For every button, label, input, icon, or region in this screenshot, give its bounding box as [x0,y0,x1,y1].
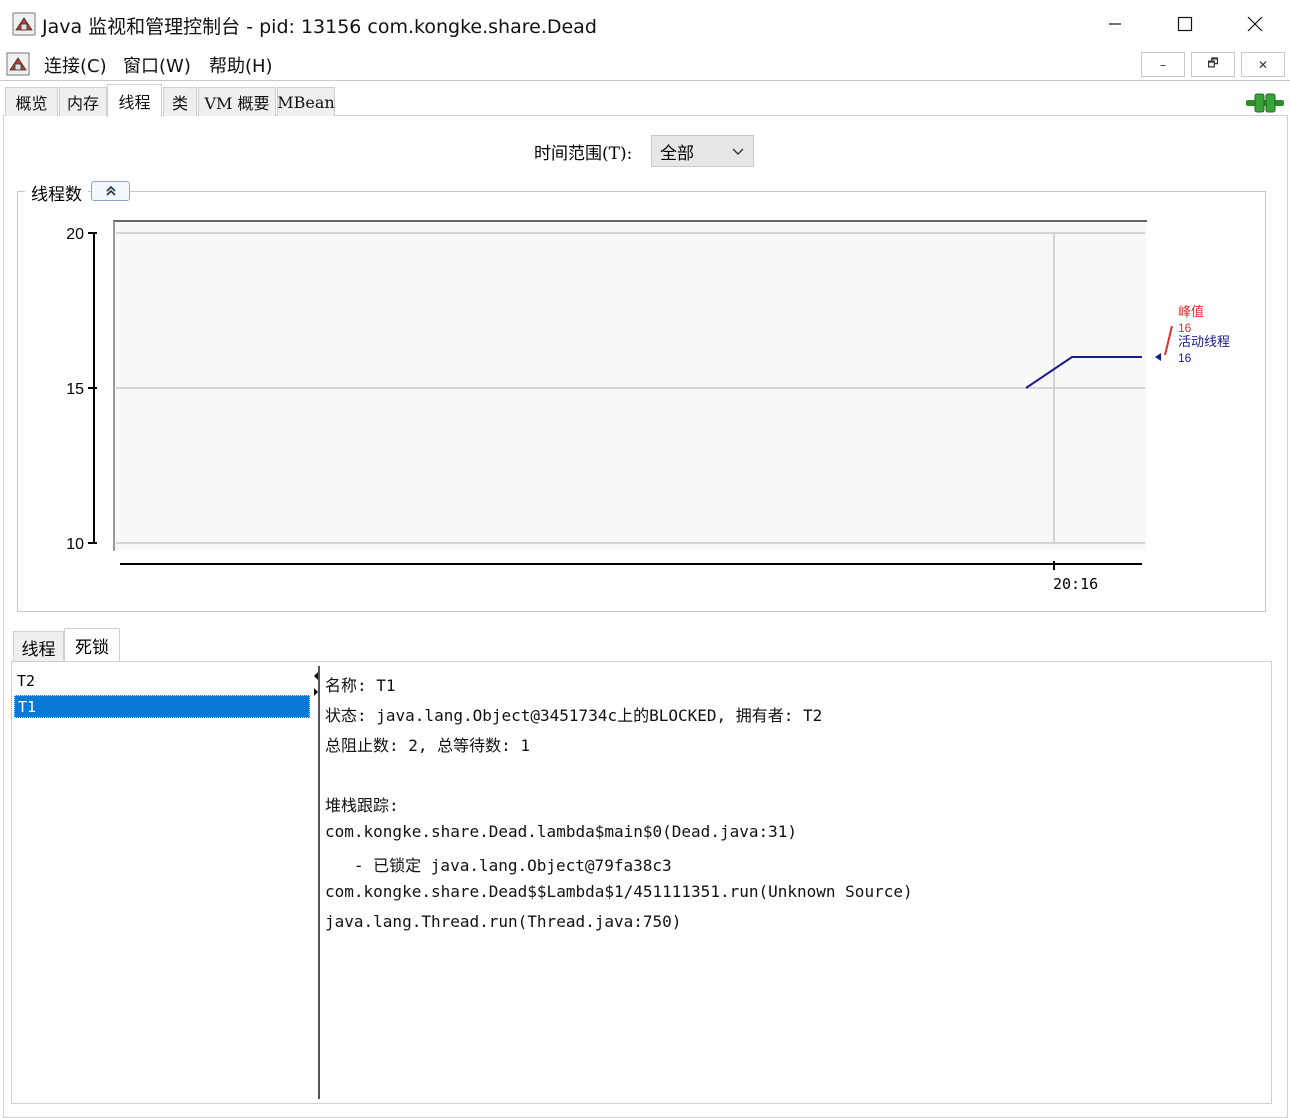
y-tick-label: 20 [66,226,84,243]
x-tick-label: 20:16 [1053,575,1098,593]
legend-peak-label: 峰值 [1178,304,1204,319]
split-divider-bar [318,666,320,1099]
stack-frame: com.kongke.share.Dead.lambda$main$0(Dead… [325,822,798,841]
detail-counts: 总阻止数: 2, 总等待数: 1 [325,736,531,755]
detail-state: 状态: java.lang.Object@3451734c上的BLOCKED, … [325,706,823,725]
thread-list-item[interactable]: T2 [14,669,310,692]
plot-area [113,221,1146,550]
y-tick-label: 15 [66,381,84,398]
detail-stack-heading: 堆栈跟踪: [325,796,399,815]
stack-frame: com.kongke.share.Dead$$Lambda$1/45111135… [325,882,913,901]
thread-count-chart: 20 15 10 20:16 峰值 16 活动线程 16 [66,220,1230,593]
subtab-deadlock[interactable]: 死锁 [64,628,120,662]
split-divider[interactable] [314,666,322,1099]
stack-lock-info: - 已锁定 java.lang.Object@79fa38c3 [325,856,672,875]
thread-list-item-selected[interactable]: T1 [14,695,310,718]
legend-live-value: 16 [1178,351,1192,365]
split-arrows-icon[interactable] [314,672,320,696]
stack-frame: java.lang.Thread.run(Thread.java:750) [325,912,682,931]
y-tick-label: 10 [66,536,84,553]
subtab-threads[interactable]: 线程 [13,631,64,662]
legend-peak-value: 16 [1178,321,1192,335]
detail-name: 名称: T1 [325,676,396,695]
legend-live-marker [1155,353,1161,361]
legend-peak-marker [1164,325,1173,356]
legend-live-label: 活动线程 [1178,334,1230,349]
